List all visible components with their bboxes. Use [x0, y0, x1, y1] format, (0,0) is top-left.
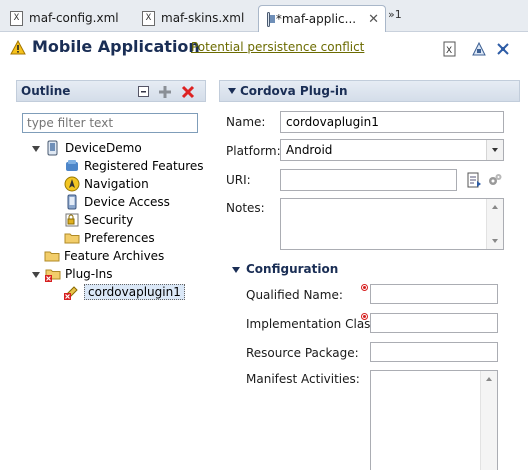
uri-label: URI:	[226, 173, 251, 187]
xml-file-icon: X	[142, 10, 155, 26]
outline-header: Outline	[16, 80, 206, 102]
outline-title: Outline	[21, 84, 71, 98]
tree-item-device-access[interactable]: Device Access	[64, 193, 170, 211]
tree-item-label: Feature Archives	[64, 249, 165, 263]
chevron-down-icon[interactable]	[486, 140, 503, 160]
tab-label: maf-skins.xml	[161, 11, 245, 25]
tree-item-preferences[interactable]: Preferences	[64, 229, 155, 247]
tree-item-plug-ins[interactable]: Plug-Ins	[32, 265, 113, 283]
manifest-activities-label: Manifest Activities:	[246, 372, 360, 386]
xml-file-icon: X	[10, 10, 23, 26]
page-title: Mobile Application	[32, 37, 200, 56]
persistence-conflict-link[interactable]: Potential persistence conflict	[191, 40, 364, 54]
tree-item-navigation[interactable]: Navigation	[64, 175, 149, 193]
mobile-app-icon	[267, 11, 275, 27]
tab-maf-application[interactable]: *maf-applic... ✕	[258, 5, 386, 33]
xml-source-icon[interactable]: X	[443, 41, 457, 57]
mobile-app-icon	[47, 140, 58, 156]
tree-item-label: Registered Features	[84, 159, 204, 173]
tree-item-label: Device Access	[84, 195, 170, 209]
implementation-class-label: Implementation Class:	[246, 317, 381, 331]
delete-icon[interactable]	[181, 85, 195, 99]
name-input[interactable]	[280, 111, 504, 133]
tab-overflow-button[interactable]: »1	[388, 8, 402, 21]
scroll-up-icon[interactable]	[486, 377, 492, 381]
resource-package-input[interactable]	[370, 342, 498, 362]
tree-item-label: Security	[84, 213, 134, 227]
expand-icon[interactable]	[32, 144, 41, 153]
required-error-icon	[361, 313, 368, 320]
required-error-icon	[361, 284, 368, 291]
editor-header: Mobile Application Potential persistence…	[0, 32, 528, 66]
configuration-title[interactable]: Configuration	[246, 262, 338, 276]
close-icon[interactable]: ✕	[368, 12, 379, 27]
outline-filter-input[interactable]	[22, 113, 198, 133]
tree-item-devicedemo[interactable]: DeviceDemo	[32, 139, 142, 157]
notes-scrollbar[interactable]	[486, 199, 503, 249]
manifest-activities-textarea[interactable]	[370, 370, 498, 470]
deploy-icon[interactable]	[496, 41, 510, 57]
tab-label: *maf-applic...	[275, 12, 357, 26]
tree-item-registered-features[interactable]: Registered Features	[64, 157, 204, 175]
svg-text:X: X	[446, 46, 452, 56]
tree-item-feature-archives[interactable]: Feature Archives	[44, 247, 164, 265]
add-icon[interactable]	[158, 85, 172, 99]
editor-tab-bar: X maf-config.xml X maf-skins.xml *maf-ap…	[0, 0, 528, 33]
manifest-scrollbar[interactable]	[480, 371, 497, 470]
tree-item-security[interactable]: Security	[64, 211, 133, 229]
tree-item-label: Navigation	[84, 177, 149, 191]
tab-maf-skins[interactable]: X maf-skins.xml	[134, 5, 250, 31]
tree-item-label: Plug-Ins	[65, 267, 113, 281]
preview-icon[interactable]	[472, 41, 486, 57]
section-title: Cordova Plug-in	[240, 84, 348, 98]
resource-package-label: Resource Package:	[246, 346, 359, 360]
qualified-name-label: Qualified Name:	[246, 288, 343, 302]
tab-maf-config[interactable]: X maf-config.xml	[2, 5, 125, 31]
platform-label: Platform:	[226, 144, 281, 158]
features-icon	[66, 160, 78, 171]
scroll-down-icon[interactable]	[492, 239, 498, 243]
browse-file-icon[interactable]	[466, 172, 482, 188]
error-folder-icon	[45, 269, 61, 282]
collapse-arrow-icon[interactable]	[232, 267, 240, 273]
platform-value: Android	[286, 143, 333, 157]
notes-textarea[interactable]	[280, 198, 504, 250]
scroll-up-icon[interactable]	[492, 205, 498, 209]
tree-item-label: DeviceDemo	[65, 141, 142, 155]
collapse-all-icon[interactable]	[137, 85, 151, 99]
warning-icon	[10, 40, 26, 55]
notes-label: Notes:	[226, 201, 265, 215]
tree-item-label: Preferences	[84, 231, 155, 245]
settings-gear-icon[interactable]	[487, 172, 503, 188]
plugin-error-icon	[64, 286, 78, 300]
qualified-name-input[interactable]	[370, 284, 498, 304]
device-access-icon	[67, 194, 77, 210]
folder-icon	[44, 251, 60, 262]
security-icon	[65, 213, 79, 227]
uri-input[interactable]	[280, 169, 457, 191]
collapse-arrow-icon[interactable]	[228, 88, 236, 94]
platform-select[interactable]: Android	[280, 139, 504, 161]
cordova-plugin-section-header[interactable]: Cordova Plug-in	[219, 80, 520, 102]
tab-label: maf-config.xml	[29, 11, 119, 25]
expand-icon[interactable]	[32, 270, 41, 279]
implementation-class-input[interactable]	[370, 313, 498, 333]
folder-icon	[64, 233, 80, 244]
tree-item-label: cordovaplugin1	[84, 284, 185, 300]
tree-item-cordovaplugin1[interactable]: cordovaplugin1	[64, 283, 185, 301]
name-label: Name:	[226, 115, 266, 129]
navigation-icon	[64, 176, 80, 192]
